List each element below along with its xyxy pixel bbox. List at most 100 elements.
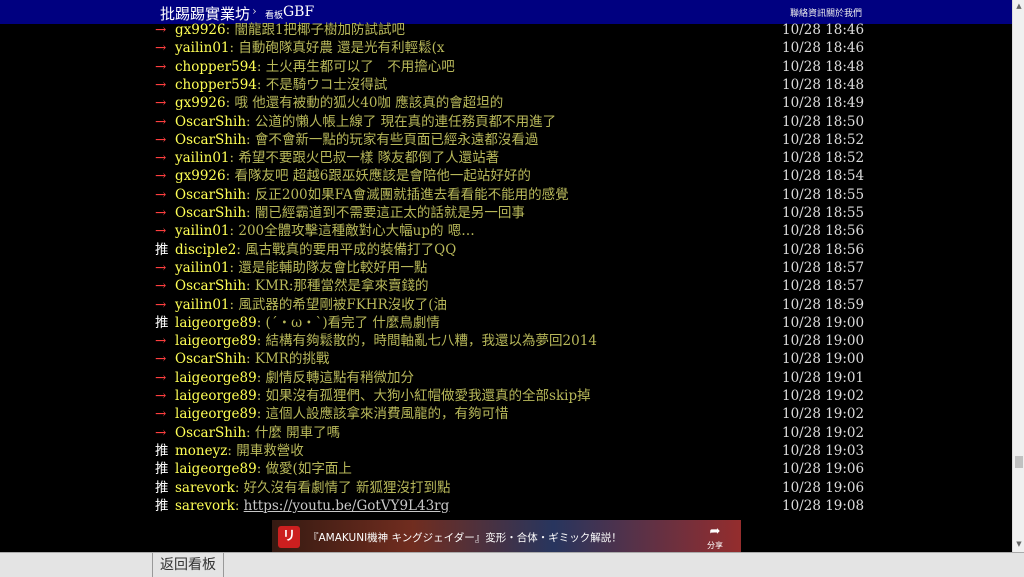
push-time: 10/28 18:46	[782, 40, 865, 57]
push-content: : 公道的懶人帳上線了 現在真的連任務頁都不用進了	[246, 113, 557, 130]
push-username: yailin01	[175, 150, 230, 167]
push-row: → laigeorge89: 結構有夠鬆散的，時間軸亂七八糟，我還以為夢回2014…	[0, 332, 1012, 350]
push-username: yailin01	[175, 223, 230, 240]
push-username: OscarShih	[175, 205, 247, 221]
scroll-down-arrow-icon[interactable]: ▼	[1015, 540, 1023, 548]
push-tag-arrow: →	[155, 131, 167, 148]
push-content: : KMR的挑戰	[246, 351, 330, 368]
push-row: → laigeorge89: 如果沒有孤狸們、大狗小紅帽做愛我還真的全部skip掉…	[0, 387, 1012, 405]
push-row: 推 laigeorge89: (ˊ・ω・ˋ)看完了 什麼鳥劇情 10/28 19:0…	[0, 314, 1012, 332]
push-username: laigeorge89	[175, 333, 257, 350]
push-row: → gx9926: 哦 他還有被動的狐火40咖 應該真的會超坦的 10/28 18:…	[0, 94, 1012, 112]
push-link[interactable]: https://youtu.be/GotVY9L43rg	[244, 498, 450, 514]
push-userid: laigeorge89: (ˊ・ω・ˋ)看完了 什麼鳥劇情	[175, 314, 440, 332]
push-content: : 希望不要跟火巴叔一樣 隊友都倒了人還站著	[229, 150, 500, 167]
scroll-thumb[interactable]	[1015, 456, 1023, 468]
push-row: → OscarShih: 闇已經霸道到不需要這正太的話就是另一回事 10/28 18…	[0, 204, 1012, 222]
push-userid: OscarShih: 會不會新一點的玩家有些頁面已經永遠都沒看過	[175, 131, 538, 149]
about-link[interactable]: 關於我們	[826, 6, 862, 19]
push-time: 10/28 19:03	[782, 442, 865, 459]
push-userid: OscarShih: KMR的挑戰	[175, 350, 329, 368]
push-username: yailin01	[175, 296, 230, 313]
push-tag-arrow: →	[155, 333, 167, 350]
push-content: : 什麼 開車了嗎	[246, 424, 341, 441]
push-userid: yailin01: 自動砲隊真好農 還是光有利輕鬆(x	[175, 39, 445, 57]
push-username: chopper594	[175, 58, 257, 75]
push-row: → OscarShih: 反正200如果FA會滅團就插進去看看能不能用的感覺 10/…	[0, 186, 1012, 204]
push-userid: gx9926: 看隊友吧 超越6跟巫妖應該是會陪他一起站好好的	[175, 167, 531, 185]
push-time: 10/28 18:50	[782, 113, 865, 130]
push-content: : 闇龍跟1把椰子樹加防試試吧	[225, 22, 406, 38]
push-username: yailin01	[175, 40, 230, 57]
push-tag-arrow: →	[155, 186, 167, 203]
push-content: : 開車救營收	[227, 442, 304, 459]
push-time: 10/28 18:48	[782, 58, 865, 75]
contact-link[interactable]: 聯絡資訊	[790, 6, 826, 19]
channel-logo[interactable]: リ	[278, 526, 300, 548]
push-username: gx9926	[175, 22, 226, 38]
video-title[interactable]: 『AMAKUNI機神 キングジェイダー』変形・合体・ギミック解説！	[308, 530, 622, 545]
push-row: → chopper594: 不是騎ウコ士沒得試 10/28 18:48	[0, 76, 1012, 94]
push-time: 10/28 18:59	[782, 296, 865, 313]
vertical-scrollbar[interactable]: ▲ ▼	[1012, 0, 1024, 552]
push-row: → OscarShih: KMR的挑戰 10/28 19:00	[0, 350, 1012, 368]
push-content: : 反正200如果FA會滅團就插進去看看能不能用的感覺	[246, 186, 569, 203]
push-username: OscarShih	[175, 424, 247, 441]
push-content: : 不是騎ウコ士沒得試	[256, 76, 388, 93]
push-tag-arrow: →	[155, 76, 167, 93]
push-content: : 200全體攻擊這種敵對心大幅up的 嗯…	[229, 223, 475, 240]
push-row: → OscarShih: KMR:那種當然是拿來賣錢的 10/28 18:57	[0, 277, 1012, 295]
back-to-board-button[interactable]: 返回看板	[152, 553, 224, 577]
push-content: : 自動砲隊真好農 還是光有利輕鬆(x	[229, 40, 445, 57]
board-name-link[interactable]: GBF	[283, 4, 314, 20]
youtube-embed[interactable]: リ 『AMAKUNI機神 キングジェイダー』変形・合体・ギミック解説！	[272, 520, 741, 552]
push-username: chopper594	[175, 76, 257, 93]
push-username: OscarShih	[175, 351, 247, 368]
push-userid: chopper594: 土火再生都可以了 不用擔心吧	[175, 58, 455, 76]
push-tag-arrow: →	[155, 40, 167, 57]
push-userid: chopper594: 不是騎ウコ士沒得試	[175, 76, 387, 94]
push-userid: gx9926: 哦 他還有被動的狐火40咖 應該真的會超坦的	[175, 94, 503, 112]
push-username: OscarShih	[175, 278, 247, 295]
push-tag-upvote: 推	[155, 442, 169, 459]
push-time: 10/28 19:06	[782, 479, 865, 496]
push-userid: yailin01: 還是能輔助隊友會比較好用一點	[175, 259, 427, 277]
push-row: 推 sarevork: https://youtu.be/GotVY9L43rg 1…	[0, 497, 1012, 515]
push-content: : KMR:那種當然是拿來賣錢的	[246, 278, 429, 295]
push-content: : 風古戰真的要用平成的裝備打了QQ	[236, 241, 457, 258]
share-label: 分享	[707, 541, 723, 550]
push-time: 10/28 19:01	[782, 369, 865, 386]
push-username: gx9926	[175, 95, 226, 112]
push-time: 10/28 18:48	[782, 76, 865, 93]
bottom-bar-spacer	[0, 553, 152, 577]
scroll-up-arrow-icon[interactable]: ▲	[1015, 2, 1023, 10]
push-userid: yailin01: 希望不要跟火巴叔一樣 隊友都倒了人還站著	[175, 149, 499, 167]
share-button[interactable]: ➦ 分享	[700, 524, 730, 552]
push-content: : 這個人設應該拿來消費風龍的，有夠可惜	[256, 406, 509, 423]
push-row: → yailin01: 200全體攻擊這種敵對心大幅up的 嗯… 10/28 18:…	[0, 222, 1012, 240]
push-time: 10/28 19:00	[782, 351, 865, 368]
push-time: 10/28 18:56	[782, 241, 865, 258]
push-username: sarevork	[175, 479, 235, 496]
push-tag-upvote: 推	[155, 314, 169, 331]
push-content: : 風武器的希望剛被FKHR沒收了(油	[229, 296, 448, 313]
push-username: yailin01	[175, 259, 230, 276]
push-tag-upvote: 推	[155, 497, 169, 514]
push-content: : 土火再生都可以了 不用擔心吧	[256, 58, 455, 75]
push-row: 推 moneyz: 開車救營收 10/28 19:03	[0, 442, 1012, 460]
push-username: moneyz	[175, 442, 228, 459]
push-content: : 還是能輔助隊友會比較好用一點	[229, 259, 428, 276]
push-tag-arrow: →	[155, 22, 167, 38]
push-tag-arrow: →	[155, 150, 167, 167]
push-row: → yailin01: 還是能輔助隊友會比較好用一點 10/28 18:57	[0, 259, 1012, 277]
push-userid: laigeorge89: 劇情反轉這點有稍微加分	[175, 369, 414, 387]
push-time: 10/28 18:54	[782, 168, 865, 185]
push-tag-arrow: →	[155, 278, 167, 295]
push-userid: moneyz: 開車救營收	[175, 442, 304, 460]
breadcrumb-separator: ›	[252, 4, 257, 18]
push-row: → yailin01: 自動砲隊真好農 還是光有利輕鬆(x 10/28 18:46	[0, 39, 1012, 57]
push-tag-arrow: →	[155, 168, 167, 185]
push-content: : 哦 他還有被動的狐火40咖 應該真的會超坦的	[225, 95, 504, 112]
push-time: 10/28 19:00	[782, 314, 865, 331]
push-userid: yailin01: 200全體攻擊這種敵對心大幅up的 嗯…	[175, 222, 475, 240]
